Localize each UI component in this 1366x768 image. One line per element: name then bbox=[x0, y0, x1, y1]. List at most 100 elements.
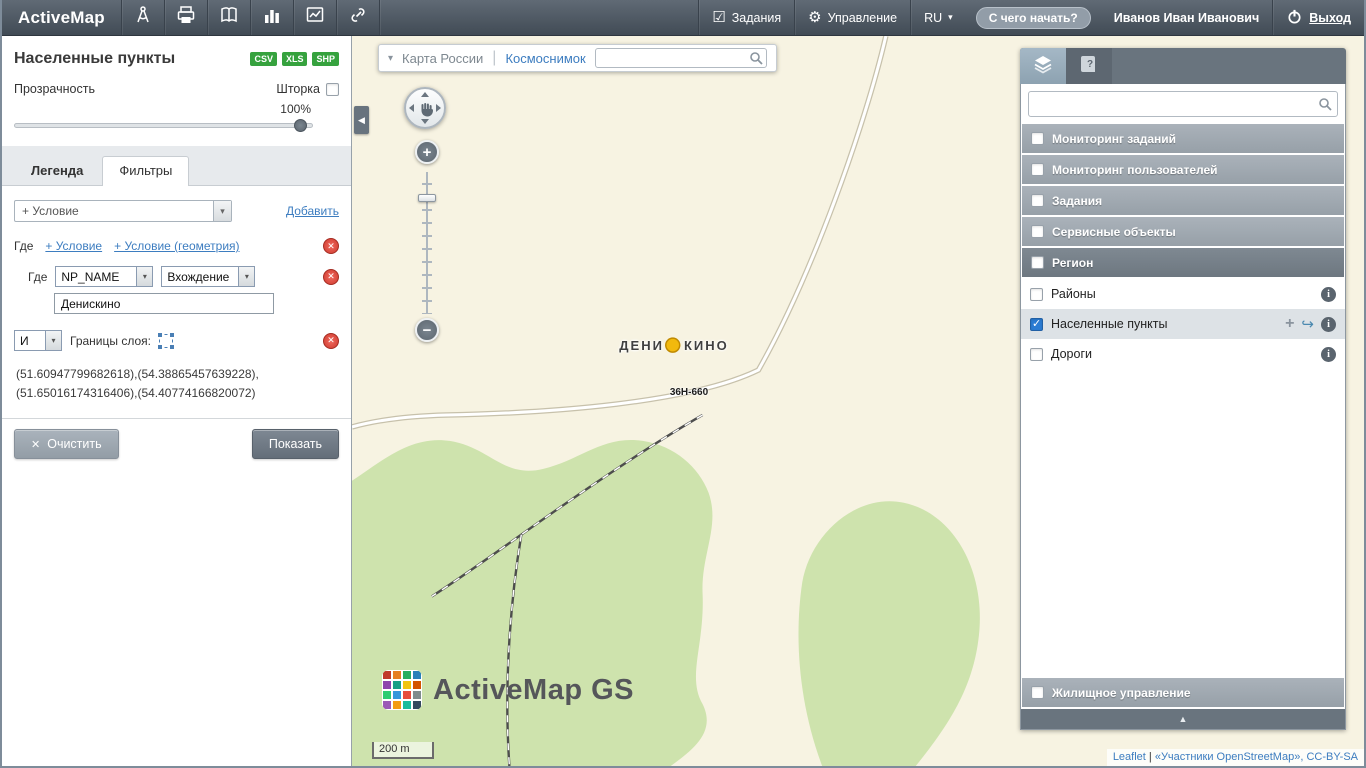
tab-layers[interactable] bbox=[1020, 48, 1066, 84]
tab-filters[interactable]: Фильтры bbox=[102, 156, 189, 186]
add-geometry-condition-link[interactable]: + Условие (геометрия) bbox=[114, 239, 239, 253]
group-checkbox[interactable] bbox=[1031, 194, 1044, 207]
curtain-checkbox[interactable] bbox=[326, 83, 339, 96]
base-layer-satellite[interactable]: Космоснимок bbox=[505, 51, 585, 66]
pan-control[interactable] bbox=[404, 87, 446, 129]
top-bar: ActiveMap ☑ Задания bbox=[2, 0, 1364, 36]
leaflet-link[interactable]: Leaflet bbox=[1113, 751, 1146, 763]
layer-group-housing[interactable]: Жилищное управление bbox=[1022, 678, 1344, 707]
remove-group-button[interactable]: ✕ bbox=[323, 238, 339, 254]
field-select[interactable]: NP_NAME ▾ bbox=[55, 266, 153, 287]
layer-group-region[interactable]: Регион bbox=[1022, 248, 1344, 277]
remove-condition-button[interactable]: ✕ bbox=[323, 269, 339, 285]
condition-combobox[interactable]: + Условие ▾ bbox=[14, 200, 232, 222]
add-link[interactable]: Добавить bbox=[286, 204, 339, 218]
layer-group-service-objects[interactable]: Сервисные объекты bbox=[1022, 217, 1344, 246]
layer-checkbox[interactable] bbox=[1030, 318, 1043, 331]
user-name: Иванов Иван Иванович bbox=[1114, 11, 1260, 25]
layers-icon bbox=[1032, 53, 1054, 80]
watermark-text: ActiveMap GS bbox=[433, 674, 634, 707]
layer-group-monitoring-users[interactable]: Мониторинг пользователей bbox=[1022, 155, 1344, 184]
group-checkbox[interactable] bbox=[1031, 225, 1044, 238]
layer-group-monitoring-tasks[interactable]: Мониторинг заданий bbox=[1022, 124, 1344, 153]
collapse-left-panel-button[interactable]: ◀ bbox=[354, 106, 369, 134]
slider-handle[interactable] bbox=[294, 119, 307, 132]
goto-layer-icon[interactable]: ↪ bbox=[1301, 317, 1314, 332]
tab-legend[interactable]: Легенда bbox=[14, 156, 100, 185]
reports-button[interactable] bbox=[251, 0, 293, 35]
add-condition-link[interactable]: + Условие bbox=[45, 239, 102, 253]
user-menu[interactable]: Иванов Иван Иванович bbox=[1101, 0, 1273, 35]
map-attribution: Leaflet | «Участники OpenStreetMap», CC-… bbox=[1107, 749, 1364, 766]
layer-group-tasks[interactable]: Задания bbox=[1022, 186, 1344, 215]
share-link-button[interactable] bbox=[337, 0, 379, 35]
print-button[interactable] bbox=[165, 0, 207, 35]
coords-line-2: (51.65016174316406),(54.40774166820072) bbox=[16, 384, 339, 403]
condition-value-input[interactable] bbox=[54, 293, 274, 314]
dropdown-arrow-icon: ▾ bbox=[238, 267, 254, 286]
group-checkbox[interactable] bbox=[1031, 163, 1044, 176]
zoom-slider[interactable] bbox=[422, 172, 432, 314]
panel-header: Населенные пункты CSV XLS SHP bbox=[2, 36, 351, 74]
group-checkbox[interactable] bbox=[1031, 256, 1044, 269]
chevron-down-icon: ▾ bbox=[948, 12, 953, 23]
info-icon[interactable]: i bbox=[1321, 317, 1336, 332]
layer-label: Дороги bbox=[1051, 347, 1092, 361]
getting-started-button[interactable]: С чего начать? bbox=[976, 7, 1091, 29]
bounds-selection-icon[interactable] bbox=[159, 334, 173, 348]
export-xls-button[interactable]: XLS bbox=[282, 52, 308, 66]
layer-checkbox[interactable] bbox=[1030, 288, 1043, 301]
layers-search-input[interactable] bbox=[1028, 91, 1338, 117]
main-content: Населенные пункты CSV XLS SHP Прозрачнос… bbox=[2, 36, 1364, 766]
map-search-input[interactable] bbox=[595, 48, 767, 68]
panel-tabs: Легенда Фильтры bbox=[2, 146, 351, 186]
map-search bbox=[595, 48, 767, 68]
export-shp-button[interactable]: SHP bbox=[312, 52, 339, 66]
collapse-panel-button[interactable]: ▲ bbox=[1021, 709, 1345, 729]
logout-button[interactable]: Выход bbox=[1272, 0, 1364, 35]
pan-up-icon[interactable] bbox=[421, 92, 429, 97]
info-icon[interactable]: i bbox=[1321, 287, 1336, 302]
group-label: Жилищное управление bbox=[1052, 686, 1191, 700]
clear-button[interactable]: ✕ Очистить bbox=[14, 429, 119, 459]
atlas-button[interactable] bbox=[208, 0, 250, 35]
osm-link[interactable]: «Участники OpenStreetMap» bbox=[1155, 751, 1301, 763]
layer-row-roads[interactable]: Дороги i bbox=[1021, 339, 1345, 369]
management-menu-item[interactable]: ⚙ Управление bbox=[794, 0, 910, 35]
export-csv-button[interactable]: CSV bbox=[250, 52, 277, 66]
transparency-slider[interactable] bbox=[14, 119, 313, 132]
transparency-section: Прозрачность Шторка 100% bbox=[2, 74, 351, 146]
monitor-button[interactable] bbox=[294, 0, 336, 35]
bounds-coordinates: (51.60947799682618),(54.38865457639228),… bbox=[16, 365, 339, 402]
layer-row-districts[interactable]: Районы i bbox=[1021, 279, 1345, 309]
zoom-slider-handle[interactable] bbox=[418, 194, 436, 202]
remove-geometry-condition-button[interactable]: ✕ bbox=[323, 333, 339, 349]
measure-tool-button[interactable] bbox=[122, 0, 164, 35]
search-icon[interactable] bbox=[1318, 97, 1332, 111]
attribution-separator: | bbox=[1146, 751, 1155, 763]
tasks-menu-item[interactable]: ☑ Задания bbox=[698, 0, 794, 35]
layers-panel-tabs: ? bbox=[1020, 48, 1346, 84]
layer-checkbox[interactable] bbox=[1030, 348, 1043, 361]
add-object-icon[interactable]: + bbox=[1285, 316, 1294, 332]
info-icon[interactable]: i bbox=[1321, 347, 1336, 362]
group-checkbox[interactable] bbox=[1031, 132, 1044, 145]
hand-icon bbox=[419, 102, 435, 123]
zoom-in-button[interactable]: + bbox=[415, 140, 439, 164]
layer-row-settlements[interactable]: Населенные пункты + ↪ i bbox=[1021, 309, 1345, 339]
layer-bar-dropdown-icon[interactable]: ▾ bbox=[388, 53, 393, 64]
group-checkbox[interactable] bbox=[1031, 686, 1044, 699]
dropdown-arrow-icon[interactable]: ▾ bbox=[213, 201, 231, 221]
pan-right-icon[interactable] bbox=[436, 104, 441, 112]
zoom-out-button[interactable]: − bbox=[415, 318, 439, 342]
search-icon[interactable] bbox=[749, 51, 763, 65]
base-layer-map[interactable]: Карта России bbox=[402, 51, 483, 66]
pan-left-icon[interactable] bbox=[409, 104, 414, 112]
logic-select[interactable]: И ▾ bbox=[14, 330, 62, 351]
clear-button-label: Очистить bbox=[47, 437, 101, 451]
tab-help[interactable]: ? bbox=[1066, 48, 1112, 84]
show-button[interactable]: Показать bbox=[252, 429, 339, 459]
language-selector[interactable]: RU ▾ bbox=[910, 0, 966, 35]
license-link[interactable]: , CC-BY-SA bbox=[1300, 751, 1358, 763]
operator-select[interactable]: Вхождение ▾ bbox=[161, 266, 255, 287]
